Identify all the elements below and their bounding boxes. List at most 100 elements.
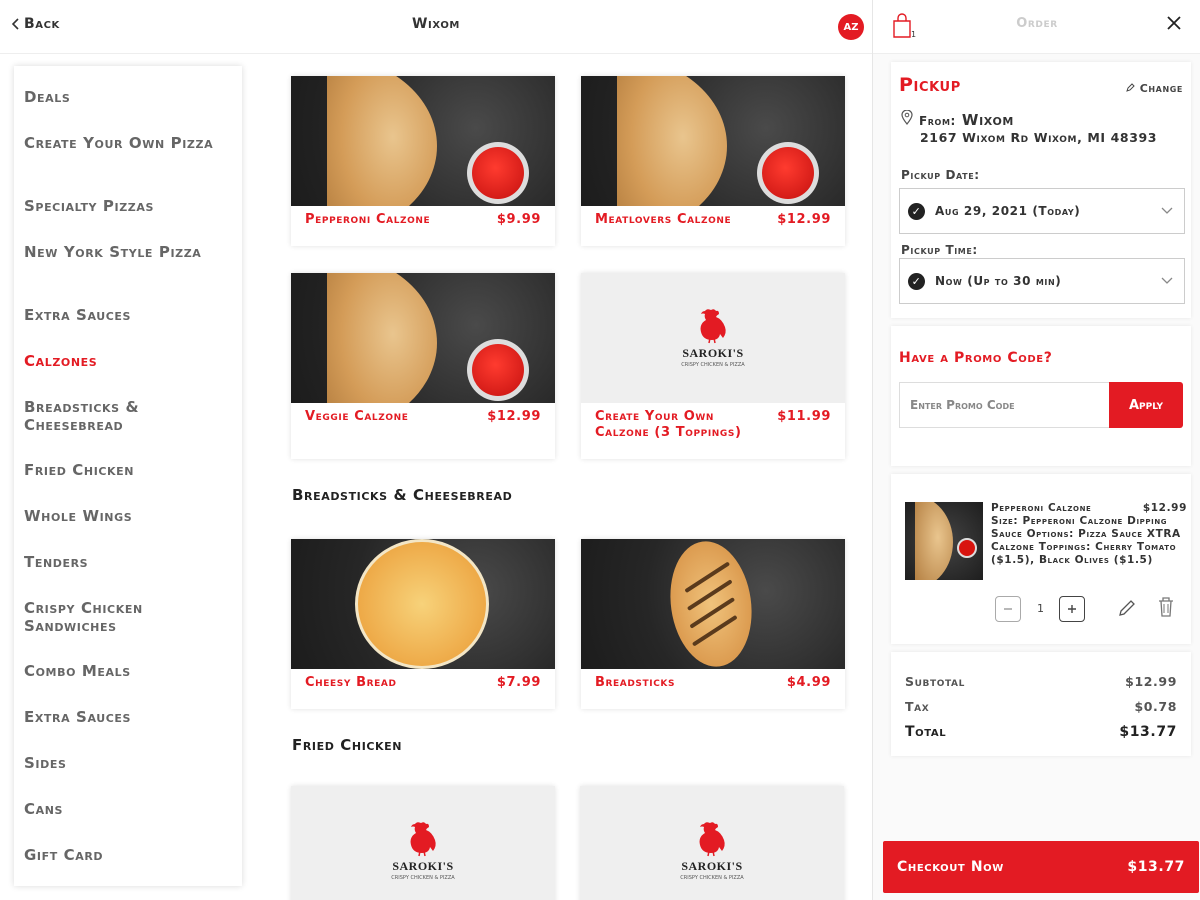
- subtotal-label: Subtotal: [905, 674, 965, 689]
- sidebar-item-fried-chicken[interactable]: Fried Chicken: [14, 461, 242, 507]
- total-label: Total: [905, 724, 947, 740]
- top-bar: Back Wixom AZ: [0, 0, 872, 54]
- promo-code-input[interactable]: [899, 382, 1111, 428]
- avatar[interactable]: AZ: [838, 14, 864, 40]
- from-label: From:: [919, 114, 956, 128]
- sidebar-item-cans[interactable]: Cans: [14, 800, 242, 846]
- cheesy-bread-photo: [291, 539, 555, 669]
- checkout-button[interactable]: Checkout Now $13.77: [883, 841, 1199, 893]
- item-name: Breadsticks: [595, 675, 676, 690]
- quantity-value: 1: [1037, 602, 1044, 615]
- pencil-icon: [1126, 83, 1135, 92]
- menu-card-fried-chicken-2[interactable]: SAROKI'S CRISPY CHICKEN & PIZZA: [580, 786, 844, 900]
- breadsticks-photo: [581, 539, 845, 669]
- page-title: Wixom: [412, 16, 460, 32]
- cart-item-price: $12.99: [1142, 502, 1187, 514]
- sidebar-item-tenders[interactable]: Tenders: [14, 553, 242, 599]
- item-price: $9.99: [496, 212, 541, 227]
- sidebar-item-extra-sauces-2[interactable]: Extra Sauces: [14, 708, 242, 754]
- cart-item-details: Pepperoni Calzone $12.99 Size: Pepperoni …: [991, 502, 1187, 567]
- category-sidebar: Deals Create Your Own Pizza Specialty Pi…: [14, 66, 242, 886]
- item-price: $4.99: [786, 675, 831, 690]
- menu-card-cheesy-bread[interactable]: Cheesy Bread $7.99: [291, 539, 555, 709]
- change-button[interactable]: Change: [1126, 82, 1183, 95]
- sidebar-item-calzones[interactable]: Calzones: [14, 352, 242, 398]
- chevron-down-icon: [1161, 207, 1173, 214]
- order-panel: 1 Order Pickup Change From: Wixom 2167 W…: [872, 0, 1200, 900]
- cart-item: Pepperoni Calzone $12.99 Size: Pepperoni …: [891, 474, 1191, 644]
- edit-item-button[interactable]: [1117, 598, 1137, 622]
- checkout-label: Checkout Now: [897, 859, 1004, 875]
- sidebar-item-new-york-style-pizza[interactable]: New York Style Pizza: [14, 243, 242, 306]
- item-price: $11.99: [777, 409, 831, 424]
- menu-card-veggie-calzone[interactable]: Veggie Calzone $12.99: [291, 273, 555, 459]
- menu-card-pepperoni-calzone[interactable]: Pepperoni Calzone $9.99: [291, 76, 555, 246]
- sidebar-item-breadsticks-cheesebread[interactable]: Breadsticks & Cheesebread: [14, 398, 242, 461]
- menu-card-meatlovers-calzone[interactable]: Meatlovers Calzone $12.99: [581, 76, 845, 246]
- pickup-time-value: Now (Up to 30 min): [935, 274, 1062, 288]
- trash-icon: [1159, 597, 1173, 617]
- logo-text: SAROKI'S: [681, 859, 743, 873]
- logo-text: SAROKI'S: [392, 859, 454, 873]
- sidebar-item-sides[interactable]: Sides: [14, 754, 242, 800]
- checkout-amount: $13.77: [1127, 859, 1185, 875]
- check-circle-icon: ✓: [908, 272, 925, 290]
- calzone-photo: [291, 76, 555, 206]
- pencil-icon: [1119, 600, 1135, 616]
- pickup-time-select[interactable]: ✓ Now (Up to 30 min): [899, 258, 1185, 304]
- sidebar-item-create-your-own-pizza[interactable]: Create Your Own Pizza: [14, 134, 242, 197]
- pickup-date-select[interactable]: ✓ Aug 29, 2021 (Today): [899, 188, 1185, 234]
- logo-subtext: CRISPY CHICKEN & PIZZA: [680, 875, 744, 881]
- menu-card-fried-chicken-1[interactable]: SAROKI'S CRISPY CHICKEN & PIZZA: [291, 786, 555, 900]
- tax-value: $0.78: [1134, 699, 1177, 714]
- logo-subtext: CRISPY CHICKEN & PIZZA: [681, 362, 745, 368]
- logo-text: SAROKI'S: [682, 346, 744, 360]
- sidebar-item-crispy-chicken-sandwiches[interactable]: Crispy Chicken Sandwiches: [14, 599, 242, 662]
- minus-icon: [1004, 608, 1012, 610]
- plus-icon: [1068, 605, 1076, 613]
- subtotal-row: Subtotal $12.99: [905, 674, 1177, 689]
- order-totals: Subtotal $12.99 Tax $0.78 Total $13.77: [891, 652, 1191, 756]
- sidebar-item-combo-meals[interactable]: Combo Meals: [14, 662, 242, 708]
- menu-card-breadsticks[interactable]: Breadsticks $4.99: [581, 539, 845, 709]
- sidebar-item-gift-card[interactable]: Gift Card: [14, 846, 242, 892]
- promo-title: Have a Promo Code?: [899, 350, 1053, 366]
- section-title-breadsticks: Breadsticks & Cheesebread: [292, 486, 513, 504]
- apply-button[interactable]: Apply: [1109, 382, 1183, 428]
- chevron-down-icon: [1161, 277, 1173, 284]
- section-title-fried-chicken: Fried Chicken: [292, 736, 403, 754]
- decrease-quantity-button[interactable]: [995, 596, 1021, 622]
- pickup-time-label: Pickup Time:: [901, 243, 978, 257]
- calzone-photo: [581, 76, 845, 206]
- item-price: $12.99: [777, 212, 831, 227]
- bag-count: 1: [911, 30, 917, 39]
- sidebar-item-deals[interactable]: Deals: [14, 88, 242, 134]
- logo-subtext: CRISPY CHICKEN & PIZZA: [391, 875, 455, 881]
- pickup-section: Pickup Change From: Wixom 2167 Wixom Rd …: [891, 62, 1191, 318]
- item-price: $12.99: [487, 409, 541, 424]
- close-icon: [1167, 16, 1181, 30]
- cart-item-options: Size: Pepperoni Calzone Dipping Sauce Op…: [991, 515, 1181, 566]
- sidebar-item-specialty-pizzas[interactable]: Specialty Pizzas: [14, 197, 242, 243]
- check-circle-icon: ✓: [908, 202, 925, 220]
- promo-section: Have a Promo Code? Apply: [891, 326, 1191, 466]
- from-line: From: Wixom: [901, 110, 1014, 129]
- saroki-logo: SAROKI'S CRISPY CHICKEN & PIZZA: [581, 273, 845, 403]
- sidebar-item-extra-sauces[interactable]: Extra Sauces: [14, 306, 242, 352]
- saroki-logo: SAROKI'S CRISPY CHICKEN & PIZZA: [291, 786, 555, 900]
- menu-grid: Pepperoni Calzone $9.99 Meatlovers Calzon…: [256, 54, 870, 900]
- pickup-address: 2167 Wixom Rd Wixom, MI 48393: [920, 130, 1158, 145]
- close-button[interactable]: [1165, 14, 1183, 36]
- increase-quantity-button[interactable]: [1059, 596, 1085, 622]
- menu-card-create-your-own-calzone[interactable]: SAROKI'S CRISPY CHICKEN & PIZZA Create Y…: [581, 273, 845, 459]
- item-name: Veggie Calzone: [305, 409, 409, 424]
- order-title: Order: [1016, 16, 1058, 31]
- sidebar-item-whole-wings[interactable]: Whole Wings: [14, 507, 242, 553]
- remove-item-button[interactable]: [1157, 596, 1175, 622]
- location-pin-icon: [901, 110, 913, 125]
- item-name: Meatlovers Calzone: [595, 212, 732, 227]
- order-mode-title: Pickup: [899, 74, 961, 96]
- item-name: Pepperoni Calzone: [305, 212, 431, 227]
- rooster-icon: [700, 309, 726, 344]
- rooster-icon: [410, 822, 436, 857]
